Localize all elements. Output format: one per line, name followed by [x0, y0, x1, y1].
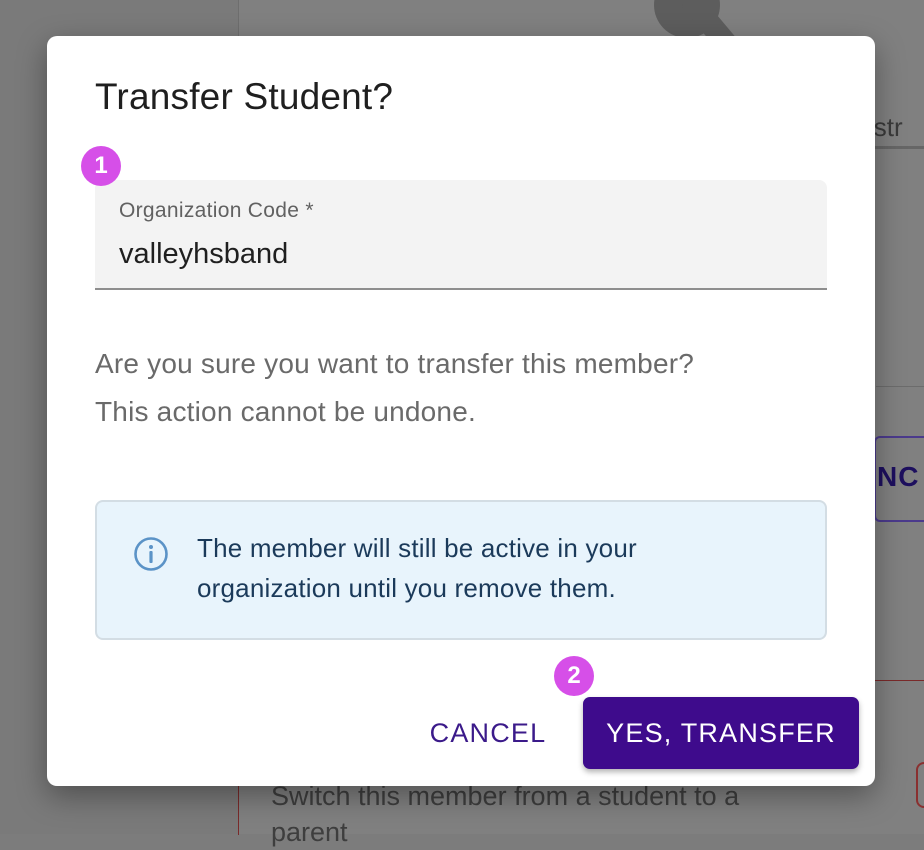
background-divider [876, 386, 924, 387]
info-icon [134, 537, 168, 571]
cancel-button[interactable]: CANCEL [415, 696, 561, 770]
info-alert: The member will still be active in your … [95, 500, 827, 640]
info-text-line1: The member will still be active in your [197, 533, 637, 563]
transfer-dialog: Transfer Student? Organization Code * Ar… [47, 36, 875, 786]
background-switch-text-line2: parent [271, 817, 348, 847]
organization-code-field[interactable]: Organization Code * [95, 180, 827, 290]
annotation-badge-2: 2 [554, 656, 594, 696]
info-text-line2: organization until you remove them. [197, 573, 616, 603]
confirmation-message-line1: Are you sure you want to transfer this m… [95, 348, 695, 379]
background-cancel-text: NC [877, 461, 920, 492]
confirmation-message-line2: This action cannot be undone. [95, 396, 476, 427]
background-switch-text: Switch this member from a student to a p… [271, 778, 739, 850]
background-danger-button [916, 762, 924, 808]
organization-code-input[interactable] [119, 236, 799, 272]
annotation-badge-1: 1 [81, 146, 121, 186]
dialog-actions: CANCEL YES, TRANSFER [47, 696, 875, 772]
info-text: The member will still be active in your … [197, 528, 797, 608]
yes-transfer-button[interactable]: YES, TRANSFER [583, 697, 859, 769]
organization-code-label: Organization Code * [119, 199, 314, 222]
confirmation-message: Are you sure you want to transfer this m… [95, 340, 815, 436]
dialog-title: Transfer Student? [95, 76, 394, 117]
